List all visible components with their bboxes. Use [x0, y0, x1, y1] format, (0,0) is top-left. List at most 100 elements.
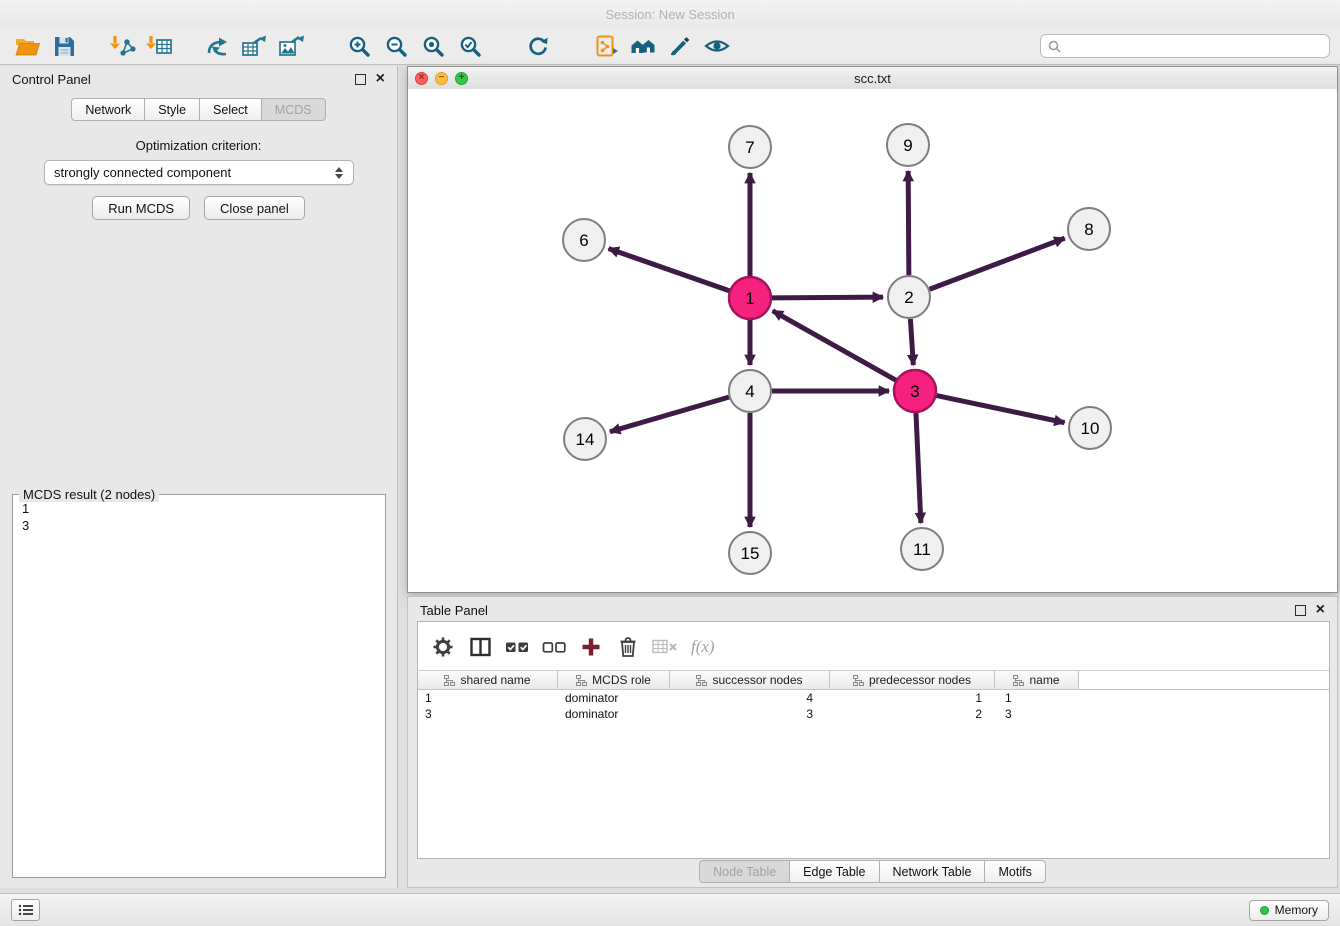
cell-shared-name[interactable]: 1 — [418, 691, 558, 705]
close-control-panel-icon[interactable]: × — [376, 71, 385, 87]
import-network-button[interactable] — [105, 30, 139, 62]
node-4[interactable]: 4 — [729, 370, 771, 412]
search-field[interactable] — [1040, 34, 1330, 58]
search-input[interactable] — [1066, 38, 1322, 55]
cell-name[interactable]: 1 — [995, 691, 1079, 705]
node-label: 9 — [903, 136, 912, 155]
network-overview-button[interactable] — [589, 30, 623, 62]
tab-network-table[interactable]: Network Table — [879, 860, 986, 883]
column-header-successor-nodes[interactable]: successor nodes — [670, 671, 830, 689]
cell-predecessor-nodes[interactable]: 2 — [830, 707, 995, 721]
cell-mcds-role[interactable]: dominator — [558, 691, 670, 705]
table-row[interactable]: 1dominator411 — [418, 690, 1329, 706]
node-11[interactable]: 11 — [901, 528, 943, 570]
node-7[interactable]: 7 — [729, 126, 771, 168]
node-label: 14 — [576, 430, 595, 449]
node-9[interactable]: 9 — [887, 124, 929, 166]
optimization-criterion-select[interactable]: strongly connected component — [44, 160, 354, 185]
node-label: 1 — [745, 289, 754, 308]
edge-1-6[interactable] — [609, 249, 730, 291]
node-1[interactable]: 1 — [729, 277, 771, 319]
unselect-all-columns-button[interactable] — [539, 633, 569, 661]
open-session-button[interactable] — [10, 30, 44, 62]
tab-edge-table[interactable]: Edge Table — [789, 860, 879, 883]
cell-successor-nodes[interactable]: 3 — [670, 707, 830, 721]
select-all-columns-button[interactable] — [502, 633, 532, 661]
node-10[interactable]: 10 — [1069, 407, 1111, 449]
node-label: 4 — [745, 382, 754, 401]
list-icon — [18, 904, 34, 916]
cell-name[interactable]: 3 — [995, 707, 1079, 721]
run-mcds-button[interactable]: Run MCDS — [92, 196, 190, 220]
home-button[interactable] — [626, 30, 660, 62]
style-button[interactable] — [663, 30, 697, 62]
float-table-panel-icon[interactable] — [1295, 605, 1306, 616]
cell-successor-nodes[interactable]: 4 — [670, 691, 830, 705]
export-table-icon — [241, 34, 268, 58]
memory-button[interactable]: Memory — [1249, 900, 1329, 921]
cell-predecessor-nodes[interactable]: 1 — [830, 691, 995, 705]
close-table-panel-icon[interactable]: × — [1316, 602, 1325, 618]
search-icon — [1048, 40, 1061, 53]
table-toolbar: f(x) — [418, 622, 1329, 663]
node-15[interactable]: 15 — [729, 532, 771, 574]
edge-3-11[interactable] — [916, 413, 921, 523]
zoom-out-icon — [384, 34, 408, 58]
node-3[interactable]: 3 — [894, 370, 936, 412]
column-header-mcds-role[interactable]: MCDS role — [558, 671, 670, 689]
tab-motifs[interactable]: Motifs — [984, 860, 1045, 883]
cell-shared-name[interactable]: 3 — [418, 707, 558, 721]
tab-style[interactable]: Style — [144, 98, 200, 121]
show-column-panel-button[interactable] — [465, 633, 495, 661]
column-header-name[interactable]: name — [995, 671, 1079, 689]
float-control-panel-icon[interactable] — [355, 74, 366, 85]
tab-mcds[interactable]: MCDS — [261, 98, 326, 121]
column-header-predecessor-nodes[interactable]: predecessor nodes — [830, 671, 995, 689]
minimize-window-button[interactable]: − — [435, 72, 448, 85]
apply-layout-button[interactable] — [521, 30, 555, 62]
node-label: 11 — [913, 540, 931, 559]
edge-4-14[interactable] — [610, 397, 729, 432]
node-6[interactable]: 6 — [563, 219, 605, 261]
export-image-button[interactable] — [274, 30, 308, 62]
node-2[interactable]: 2 — [888, 276, 930, 318]
network-canvas[interactable]: 7 9 6 8 1 2 4 3 14 10 15 11 — [408, 89, 1337, 592]
network-window: scc.txt × − + 7 9 6 8 1 2 4 3 14 10 15 11 — [407, 66, 1338, 593]
show-graphics-details-button[interactable] — [700, 30, 734, 62]
close-panel-button[interactable]: Close panel — [204, 196, 305, 220]
edge-2-9[interactable] — [908, 171, 909, 275]
panel-menu-button[interactable] — [11, 899, 40, 921]
edge-3-10[interactable] — [937, 396, 1065, 423]
table-options-button[interactable] — [428, 633, 458, 661]
tab-network[interactable]: Network — [71, 98, 145, 121]
edge-2-8[interactable] — [930, 238, 1065, 289]
delete-column-button[interactable] — [613, 633, 643, 661]
edge-2-3[interactable] — [910, 319, 913, 365]
zoom-window-button[interactable]: + — [455, 72, 468, 85]
tab-select[interactable]: Select — [199, 98, 262, 121]
create-column-button[interactable] — [576, 633, 606, 661]
new-network-button[interactable] — [200, 30, 234, 62]
cell-mcds-role[interactable]: dominator — [558, 707, 670, 721]
column-header-label: MCDS role — [592, 673, 651, 687]
plus-icon — [580, 636, 602, 658]
network-window-titlebar[interactable]: scc.txt × − + — [408, 67, 1337, 90]
zoom-selected-button[interactable] — [453, 30, 487, 62]
column-header-shared-name[interactable]: shared name — [418, 671, 558, 689]
save-floppy-icon — [53, 35, 76, 58]
export-table-button[interactable] — [237, 30, 271, 62]
node-label: 10 — [1081, 419, 1100, 438]
node-8[interactable]: 8 — [1068, 208, 1110, 250]
close-window-button[interactable]: × — [415, 72, 428, 85]
save-session-button[interactable] — [47, 30, 81, 62]
zoom-out-button[interactable] — [379, 30, 413, 62]
edge-3-1[interactable] — [773, 311, 896, 380]
table-row[interactable]: 3dominator323 — [418, 706, 1329, 722]
tab-node-table[interactable]: Node Table — [699, 860, 790, 883]
import-table-button[interactable] — [142, 30, 176, 62]
edge-1-2[interactable] — [772, 297, 883, 298]
zoom-in-button[interactable] — [342, 30, 376, 62]
window-titlebar[interactable]: Session: New Session — [0, 0, 1340, 28]
node-14[interactable]: 14 — [564, 418, 606, 460]
zoom-fit-button[interactable] — [416, 30, 450, 62]
